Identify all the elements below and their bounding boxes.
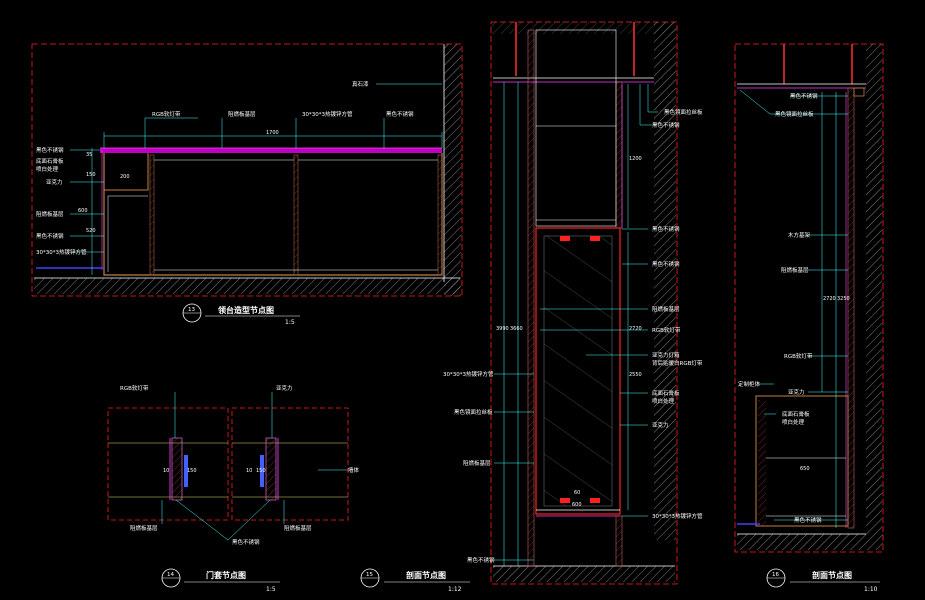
view-15-number: 15 [366,572,373,578]
dim-15-h1: 3990 [496,326,509,332]
dim-16-h3: 650 [800,466,810,472]
label-14-led: RGB软灯带 [120,384,149,392]
label-15-steel1: 黑色不锈钢 [652,121,680,129]
label-16-marble: 底面石膏板 [782,410,810,418]
label-board2: 阻燃板基层 [36,210,64,218]
view-14-scale: 1:5 [266,586,276,593]
label-16-board: 阻燃板基层 [781,266,809,274]
label-15-steel3: 黑色不锈钢 [652,260,680,268]
view-14-section: 150 10 10 150 RGB软灯带 亚克力 墙体 阻燃板基层 阻燃板基层 … [107,384,360,593]
view-13-scale: 1:5 [285,319,295,326]
dim-d3: 600 [78,208,88,214]
label-steel-top: 黑色不锈钢 [386,110,414,118]
label-15-steel-bottom: 黑色不锈钢 [467,556,495,564]
view-15-title: 剖面节点图 [406,570,446,580]
label-15-mirror-left: 黑色镜面拉丝板 [454,408,493,416]
label-acrylic: 亚克力 [46,178,63,186]
label-15-tube-left: 30*30*3热镀锌方管 [443,370,494,378]
label-15-acrylic-sub: 背后贴暖白RGB灯带 [652,359,703,367]
label-15-marble: 底面石膏板 [652,389,680,397]
label-steel-left: 黑色不锈钢 [36,146,64,154]
dim-16-h1: 2720 [823,296,836,302]
label-14-board: 阻燃板基层 [130,524,158,532]
label-marble: 底面石膏板 [36,157,64,165]
view-13-title: 领台造型节点图 [218,305,274,315]
counter-body [103,153,443,276]
dim-15-h5: 2550 [629,372,642,378]
dim-14-b: 10 [163,468,169,474]
label-stone: 真石漆 [352,80,369,88]
label-14-board-r: 阻燃板基层 [284,524,312,532]
view-13-number: 13 [188,307,195,313]
label-15-acrylic-light: 亚克力灯箱 [652,351,680,359]
dim-15-h2: 3660 [510,326,523,332]
label-15-steel2: 黑色不锈钢 [652,225,680,233]
label-16-led: RGB软灯带 [784,352,813,360]
dim-16-h2: 3250 [837,296,850,302]
view-16-scale: 1:10 [864,586,878,593]
view-16-title: 剖面节点图 [812,570,852,580]
label-paint: 喷白处理 [36,165,59,173]
dim-14-c: 10 [246,468,252,474]
label-14-acrylic: 亚克力 [276,384,293,392]
view-13-frame [31,43,463,297]
label-15-acrylic: 亚克力 [652,421,669,429]
label-16-wood: 木方基架 [788,231,811,239]
view-15-scale: 1:12 [448,586,462,593]
dim-width: 1700 [266,130,279,136]
label-14-wall: 墙体 [348,466,360,474]
label-15-led: RGB软灯带 [652,326,681,334]
label-16-steel-bottom: 黑色不锈钢 [794,516,822,524]
dim-d1: 35 [86,152,92,158]
dim-15-w1: 60 [574,490,580,496]
label-16-cabinet: 定制柜体 [738,380,761,388]
view-16-number: 16 [772,572,779,578]
cad-drawing: 1700 35 150 600 520 200 真石漆 RGB软灯带 阻燃板基层… [31,21,884,593]
dim-14-a: 150 [187,468,197,474]
dim-d5: 200 [120,174,130,180]
counter-top [100,148,442,153]
dim-d2: 150 [86,172,96,178]
floor-hatch [34,278,460,294]
label-16-mirror: 黑色镜面拉丝板 [775,110,814,118]
label-14-steel: 黑色不锈钢 [232,538,260,546]
label-tube2: 30*30*3热镀锌方管 [36,248,87,256]
wall-hatch [444,44,461,296]
label-led: RGB软灯带 [152,110,181,118]
label-board1: 阻燃板基层 [228,110,256,118]
dim-15-h3: 1200 [629,156,642,162]
view-16-section: 2720 3250 650 黑色不锈钢 黑色镜面拉丝板 木方基架 阻燃板基层 R… [734,43,884,593]
label-steel-left2: 黑色不锈钢 [36,232,64,240]
dim-14-d: 150 [256,468,266,474]
dim-d4: 520 [86,228,96,234]
label-15-mirror-top: 黑色镜面拉丝板 [664,108,703,116]
label-15-tube-bottom: 30*30*3热镀锌方管 [652,512,703,520]
view-13-section: 1700 35 150 600 520 200 真石漆 RGB软灯带 阻燃板基层… [31,43,463,326]
label-16-steel-top: 黑色不锈钢 [790,92,818,100]
dim-15-w2: 600 [572,502,582,508]
label-15-board: 阻燃板基层 [652,305,680,313]
label-16-acrylic: 亚克力 [788,388,805,396]
view-14-title: 门套节点图 [206,570,246,580]
dim-15-h4: 2720 [629,326,642,332]
label-15-paint: 喷白处理 [652,397,675,405]
label-16-paint: 喷白处理 [782,418,805,426]
view-15-section: 3990 3660 1200 2720 2550 60 600 黑色镜面拉丝板 … [360,21,703,593]
view-14-number: 14 [167,572,174,578]
label-15-board-left: 阻燃板基层 [463,459,491,467]
cad-drawing-canvas: 1700 35 150 600 520 200 真石漆 RGB软灯带 阻燃板基层… [0,0,925,600]
label-tube: 30*30*3热镀锌方管 [302,110,353,118]
